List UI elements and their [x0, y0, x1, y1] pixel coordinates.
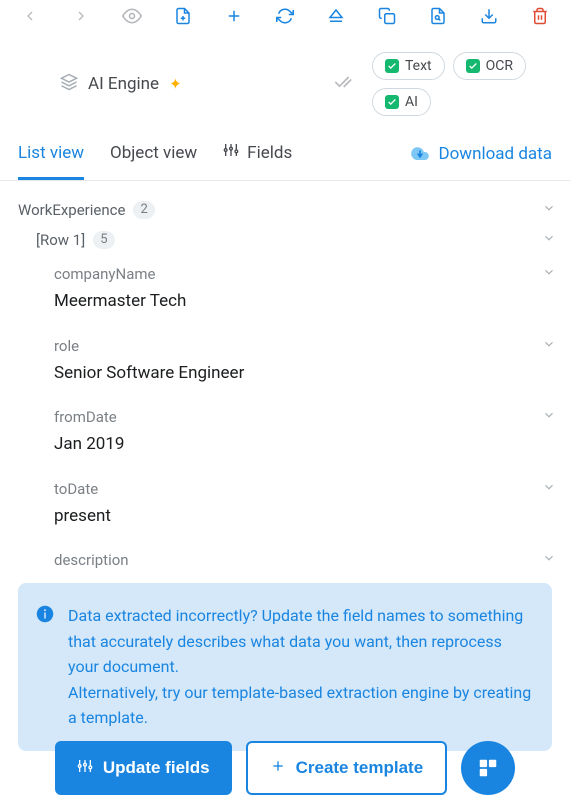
engine-badges: Text OCR AI	[372, 52, 552, 116]
visibility-icon[interactable]	[120, 4, 143, 28]
nav-prev-button[interactable]	[18, 4, 41, 28]
field-value: Jan 2019	[54, 430, 556, 460]
engine-selector[interactable]: AI Engine ✦	[60, 73, 182, 96]
cloud-download-icon	[410, 144, 430, 165]
double-check-icon	[332, 72, 352, 96]
row-count: 5	[93, 231, 114, 249]
check-icon	[466, 59, 480, 73]
eject-button[interactable]	[325, 4, 348, 28]
plus-icon	[270, 758, 286, 779]
field-header[interactable]: toDate	[54, 476, 556, 502]
sparkle-icon: ✦	[169, 75, 182, 93]
tabs-row: List view Object view Fields Download da…	[0, 130, 570, 181]
chevron-down-icon	[542, 551, 556, 569]
field-to-date: toDate present	[54, 470, 556, 542]
chevron-down-icon	[542, 231, 556, 249]
field-value: present	[54, 502, 556, 532]
check-icon	[385, 95, 399, 109]
tab-object-view[interactable]: Object view	[110, 143, 197, 180]
sliders-icon	[223, 142, 239, 163]
data-scroll[interactable]: WorkExperience 2 [Row 1] 5 companyName	[0, 181, 570, 569]
download-data-link[interactable]: Download data	[410, 144, 552, 179]
badge-text[interactable]: Text	[372, 52, 445, 80]
data-panel: WorkExperience 2 [Row 1] 5 companyName	[0, 181, 570, 569]
update-fields-button[interactable]: Update fields	[55, 741, 232, 795]
info-box: Data extracted incorrectly? Update the f…	[18, 583, 552, 751]
badge-ai[interactable]: AI	[372, 88, 431, 116]
field-header[interactable]: description	[54, 547, 556, 569]
badge-ocr[interactable]: OCR	[453, 52, 526, 80]
field-header[interactable]: fromDate	[54, 404, 556, 430]
sliders-icon	[77, 758, 93, 779]
group-count: 2	[133, 201, 154, 219]
field-header[interactable]: role	[54, 333, 556, 359]
fab-button[interactable]	[461, 741, 515, 795]
add-button[interactable]	[222, 4, 245, 28]
field-company-name: companyName Meermaster Tech	[54, 255, 556, 327]
row-header[interactable]: [Row 1] 5	[36, 225, 556, 255]
nav-next-button[interactable]	[69, 4, 92, 28]
info-text: Data extracted incorrectly? Update the f…	[68, 603, 532, 731]
layers-icon	[60, 73, 78, 96]
create-template-button[interactable]: Create template	[246, 741, 448, 795]
toolbar	[0, 0, 570, 32]
delete-button[interactable]	[529, 4, 552, 28]
chevron-down-icon	[542, 201, 556, 219]
field-value: Meermaster Tech	[54, 287, 556, 317]
group-header[interactable]: WorkExperience 2	[18, 195, 556, 225]
field-from-date: fromDate Jan 2019	[54, 398, 556, 470]
field-header[interactable]: companyName	[54, 261, 556, 287]
new-file-button[interactable]	[171, 4, 194, 28]
copy-button[interactable]	[376, 4, 399, 28]
action-bar: Update fields Create template	[0, 727, 570, 809]
field-role: role Senior Software Engineer	[54, 327, 556, 399]
tab-list-view[interactable]: List view	[18, 143, 84, 180]
check-icon	[385, 59, 399, 73]
download-button[interactable]	[478, 4, 501, 28]
chevron-down-icon	[542, 408, 556, 426]
field-description: description - Analyze user needs and des…	[54, 541, 556, 569]
search-file-button[interactable]	[427, 4, 450, 28]
chevron-down-icon	[542, 337, 556, 355]
engine-name: AI Engine	[88, 74, 159, 94]
chevron-down-icon	[542, 480, 556, 498]
refresh-button[interactable]	[273, 4, 296, 28]
chevron-down-icon	[542, 265, 556, 283]
field-value: Senior Software Engineer	[54, 359, 556, 389]
engine-row: AI Engine ✦ Text OCR AI	[0, 32, 570, 130]
info-icon	[36, 605, 54, 623]
tab-fields[interactable]: Fields	[223, 142, 292, 180]
